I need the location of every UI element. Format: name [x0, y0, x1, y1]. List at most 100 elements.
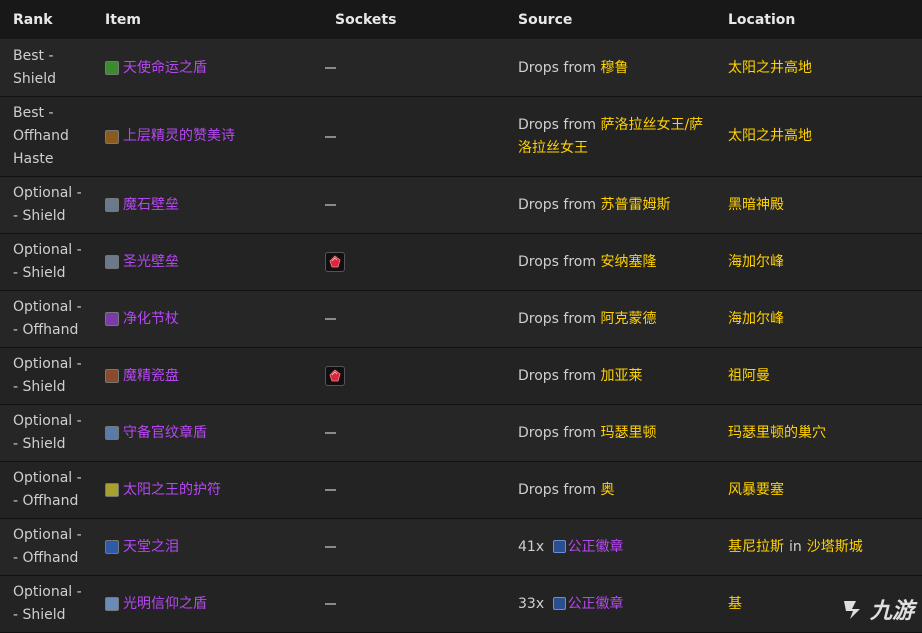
boss-link[interactable]: 萨洛拉丝女王/萨: [600, 117, 703, 133]
badge-of-justice-icon[interactable]: [552, 539, 566, 553]
sockets-cell: [322, 462, 505, 518]
source-cell: Drops from 穆鲁: [505, 40, 715, 96]
item-icon[interactable]: [105, 198, 119, 212]
currency-link[interactable]: 公正徽章: [568, 596, 624, 612]
location-cell: 海加尔峰: [715, 234, 922, 290]
boss-link[interactable]: 安纳塞隆: [600, 254, 656, 270]
table-row: Best - Shield 天使命运之盾 Drops from 穆鲁 太阳之井高地: [0, 40, 922, 97]
boss-link[interactable]: 玛瑟里顿: [600, 425, 656, 441]
location-link[interactable]: 太阳之井高地: [728, 125, 812, 148]
source-text: 33x 公正徽章: [518, 593, 624, 616]
item-link[interactable]: 光明信仰之盾: [123, 593, 207, 616]
item-cell: 太阳之王的护符: [92, 462, 322, 518]
rank-line: Best -: [13, 48, 54, 64]
table-row: Optional -- Shield 守备官纹章盾 Drops from 玛瑟里顿玛…: [0, 405, 922, 462]
rank-line: Shield: [13, 71, 57, 87]
source-prefix: Drops from: [518, 367, 601, 384]
source-cell: Drops from 苏普雷姆斯: [505, 177, 715, 233]
source-cell: Drops from 萨洛拉丝女王/萨 洛拉丝女王: [505, 97, 715, 176]
location-link[interactable]: 玛瑟里顿的巢穴: [728, 422, 826, 445]
location-link[interactable]: 风暴要塞: [728, 479, 784, 502]
item-link[interactable]: 魔石壁垒: [123, 194, 179, 217]
item-link[interactable]: 上层精灵的赞美诗: [123, 125, 235, 148]
table-header: Rank Item Sockets Source Location: [0, 0, 922, 40]
boss-link[interactable]: 加亚莱: [600, 368, 642, 384]
red-gem-socket-icon[interactable]: [325, 252, 345, 272]
source-text: Drops from 阿克蒙德: [518, 308, 656, 331]
source-prefix: 41x: [518, 538, 549, 555]
location-cell: 玛瑟里顿的巢穴: [715, 405, 922, 461]
rank-text: Optional - - Offhand: [13, 296, 82, 342]
badge-of-justice-icon[interactable]: [552, 596, 566, 610]
header-item[interactable]: Item: [92, 0, 322, 39]
table-row: Optional - - Shield 圣光壁垒 Drops from 安纳塞隆 海加尔…: [0, 234, 922, 291]
item-link[interactable]: 净化节杖: [123, 308, 179, 331]
location-link[interactable]: 基: [728, 593, 742, 616]
boss-link[interactable]: 苏普雷姆斯: [600, 197, 670, 213]
source-prefix: Drops from: [518, 196, 601, 213]
item-icon[interactable]: [105, 129, 119, 144]
table-body: Best - Shield 天使命运之盾 Drops from 穆鲁 太阳之井高地 Bes…: [0, 40, 922, 633]
rank-text: Optional - - Shield: [13, 581, 82, 627]
table-row: Optional - - Shield 魔石壁垒 Drops from 苏普雷姆斯 黑暗…: [0, 177, 922, 234]
item-link[interactable]: 太阳之王的护符: [123, 479, 221, 502]
item-link[interactable]: 天使命运之盾: [123, 57, 207, 80]
header-location[interactable]: Location: [715, 0, 922, 39]
location-link[interactable]: 海加尔峰: [728, 251, 784, 274]
no-socket-dash: [325, 204, 336, 206]
item-cell: 天使命运之盾: [92, 40, 322, 96]
item-icon[interactable]: [105, 312, 119, 326]
rank-cell: Optional - - Offhand: [0, 291, 92, 347]
sockets-cell: [322, 177, 505, 233]
source-cell: Drops from 奥: [505, 462, 715, 518]
item-icon[interactable]: [105, 426, 119, 440]
item-icon[interactable]: [105, 255, 119, 269]
header-rank[interactable]: Rank: [0, 0, 92, 39]
rank-text: Optional - - Shield: [13, 182, 82, 228]
no-socket-dash: [325, 489, 336, 491]
boss-link-continued[interactable]: 洛拉丝女王: [518, 140, 588, 156]
item-icon[interactable]: [105, 540, 119, 554]
location-link[interactable]: 海加尔峰: [728, 308, 784, 331]
table-row: Optional - - Shield 魔精瓷盘 Drops from 加亚莱 祖阿曼: [0, 348, 922, 405]
item-icon[interactable]: [105, 483, 119, 497]
no-socket-dash: [325, 546, 336, 548]
currency-link[interactable]: 公正徽章: [568, 539, 624, 555]
header-source[interactable]: Source: [505, 0, 715, 39]
rank-cell: Optional - - Shield: [0, 576, 92, 632]
location-in-word: in: [789, 538, 802, 555]
source-prefix: Drops from: [518, 424, 601, 441]
rank-line: - Shield: [13, 208, 66, 224]
source-cell: Drops from 阿克蒙德: [505, 291, 715, 347]
location-link[interactable]: 太阳之井高地: [728, 57, 812, 80]
source-cell: Drops from 加亚莱: [505, 348, 715, 404]
item-link[interactable]: 魔精瓷盘: [123, 365, 179, 388]
source-text: Drops from 穆鲁: [518, 57, 628, 80]
boss-link[interactable]: 阿克蒙德: [600, 311, 656, 327]
item-link[interactable]: 天堂之泪: [123, 536, 179, 559]
boss-link[interactable]: 穆鲁: [600, 60, 628, 76]
table-row: Optional - - Offhand 太阳之王的护符 Drops from 奥 风暴…: [0, 462, 922, 519]
boss-link[interactable]: 奥: [600, 482, 614, 498]
item-icon[interactable]: [105, 597, 119, 611]
red-gem-socket-icon[interactable]: [325, 366, 345, 386]
location-cell: 祖阿曼: [715, 348, 922, 404]
item-cell: 魔石壁垒: [92, 177, 322, 233]
location-link[interactable]: 基尼拉斯: [728, 536, 784, 559]
no-socket-dash: [325, 67, 336, 69]
rank-cell: Optional - - Shield: [0, 348, 92, 404]
item-link[interactable]: 守备官纹章盾: [123, 422, 207, 445]
location-link[interactable]: 祖阿曼: [728, 365, 770, 388]
item-cell: 上层精灵的赞美诗: [92, 97, 322, 176]
header-sockets[interactable]: Sockets: [322, 0, 505, 39]
source-prefix: Drops from: [518, 116, 601, 133]
item-icon[interactable]: [105, 369, 119, 383]
item-link[interactable]: 圣光壁垒: [123, 251, 179, 274]
location-link[interactable]: 黑暗神殿: [728, 194, 784, 217]
item-icon[interactable]: [105, 61, 119, 75]
rank-text: Best - Shield: [13, 45, 56, 91]
source-text: Drops from 安纳塞隆: [518, 251, 656, 274]
location-link[interactable]: 沙塔斯城: [807, 536, 863, 559]
source-text: Drops from 加亚莱: [518, 365, 642, 388]
no-socket-dash: [325, 432, 336, 434]
